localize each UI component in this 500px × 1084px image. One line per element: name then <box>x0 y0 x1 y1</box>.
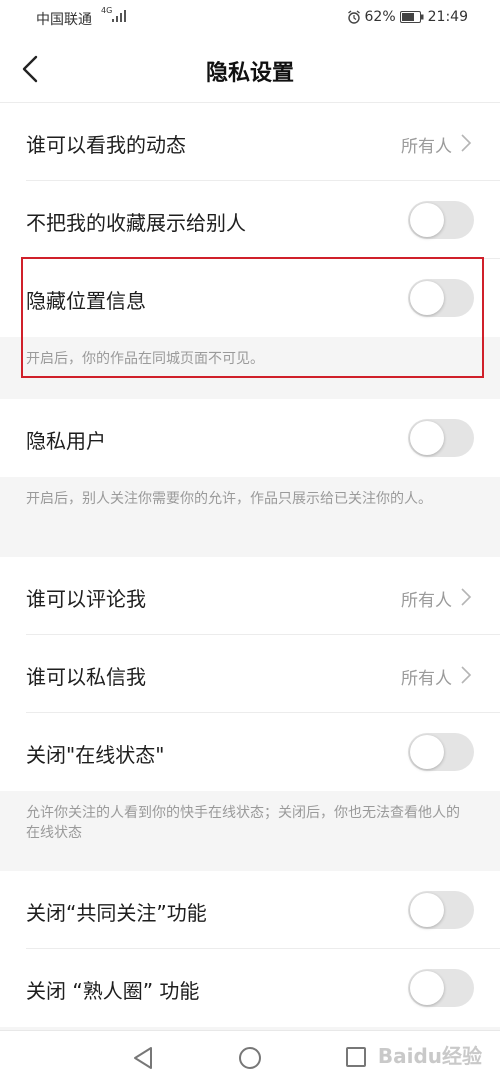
row-label: 谁可以看我的动态 <box>26 133 186 157</box>
row-label: 不把我的收藏展示给别人 <box>26 211 246 235</box>
battery-icon <box>399 11 424 23</box>
toggle-knob <box>410 971 444 1005</box>
back-triangle-icon[interactable] <box>132 1046 154 1070</box>
private-user-toggle[interactable] <box>408 419 474 457</box>
chevron-right-icon <box>461 666 472 684</box>
row-label: 谁可以评论我 <box>26 587 146 611</box>
toggle-knob <box>410 203 444 237</box>
private-user-note: 开启后，别人关注你需要你的允许，作品只展示给已关注你的人。 <box>0 477 500 557</box>
row-value: 所有人 <box>401 669 452 689</box>
row-label: 关闭“共同关注”功能 <box>26 901 207 925</box>
nav-bar: 隐私设置 <box>0 36 500 103</box>
note-text: 允许你关注的人看到你的快手在线状态；关闭后，你也无法查看他人的在线状态 <box>26 805 460 841</box>
toggle-knob <box>410 421 444 455</box>
chevron-right-icon <box>461 588 472 606</box>
mutual-follow-toggle[interactable] <box>408 891 474 929</box>
watermark: Baidu经验 <box>377 1044 482 1068</box>
row-value: 所有人 <box>401 137 452 157</box>
highlight-box <box>21 257 484 378</box>
row-who-can-comment[interactable]: 谁可以评论我 所有人 <box>0 557 500 635</box>
battery-percent: 62% <box>364 9 396 25</box>
row-who-can-see-moments[interactable]: 谁可以看我的动态 所有人 <box>0 103 500 181</box>
page-title: 隐私设置 <box>205 61 294 86</box>
online-status-note: 允许你关注的人看到你的快手在线状态；关闭后，你也无法查看他人的在线状态 <box>0 791 500 871</box>
row-label: 隐私用户 <box>26 429 106 453</box>
clock-time: 21:49 <box>427 9 468 25</box>
row-online-status: 关闭"在线状态" <box>0 713 500 791</box>
hide-favorites-toggle[interactable] <box>408 201 474 239</box>
alarm-icon <box>347 10 360 24</box>
chevron-right-icon <box>461 134 472 152</box>
online-status-toggle[interactable] <box>408 733 474 771</box>
row-acquaintance-circle: 关闭 “熟人圈” 功能 <box>0 949 500 1027</box>
row-label: 关闭"在线状态" <box>26 743 165 767</box>
network-type: 4G <box>101 6 113 15</box>
note-text: 开启后，别人关注你需要你的允许，作品只展示给已关注你的人。 <box>26 491 432 507</box>
signal-icon <box>112 10 126 22</box>
toggle-knob <box>410 735 444 769</box>
acquaintance-circle-toggle[interactable] <box>408 969 474 1007</box>
row-value: 所有人 <box>401 591 452 611</box>
row-hide-favorites: 不把我的收藏展示给别人 <box>0 181 500 259</box>
home-circle-icon[interactable] <box>238 1046 262 1070</box>
carrier-name: 中国联通 <box>36 12 92 28</box>
row-mutual-follow: 关闭“共同关注”功能 <box>0 871 500 949</box>
row-label: 关闭 “熟人圈” 功能 <box>26 979 200 1003</box>
recents-square-icon[interactable] <box>345 1046 367 1068</box>
row-who-can-message[interactable]: 谁可以私信我 所有人 <box>0 635 500 713</box>
status-bar: 中国联通 4G 62% 21:49 <box>0 0 500 36</box>
row-private-user: 隐私用户 <box>0 399 500 477</box>
toggle-knob <box>410 893 444 927</box>
row-label: 谁可以私信我 <box>26 665 146 689</box>
